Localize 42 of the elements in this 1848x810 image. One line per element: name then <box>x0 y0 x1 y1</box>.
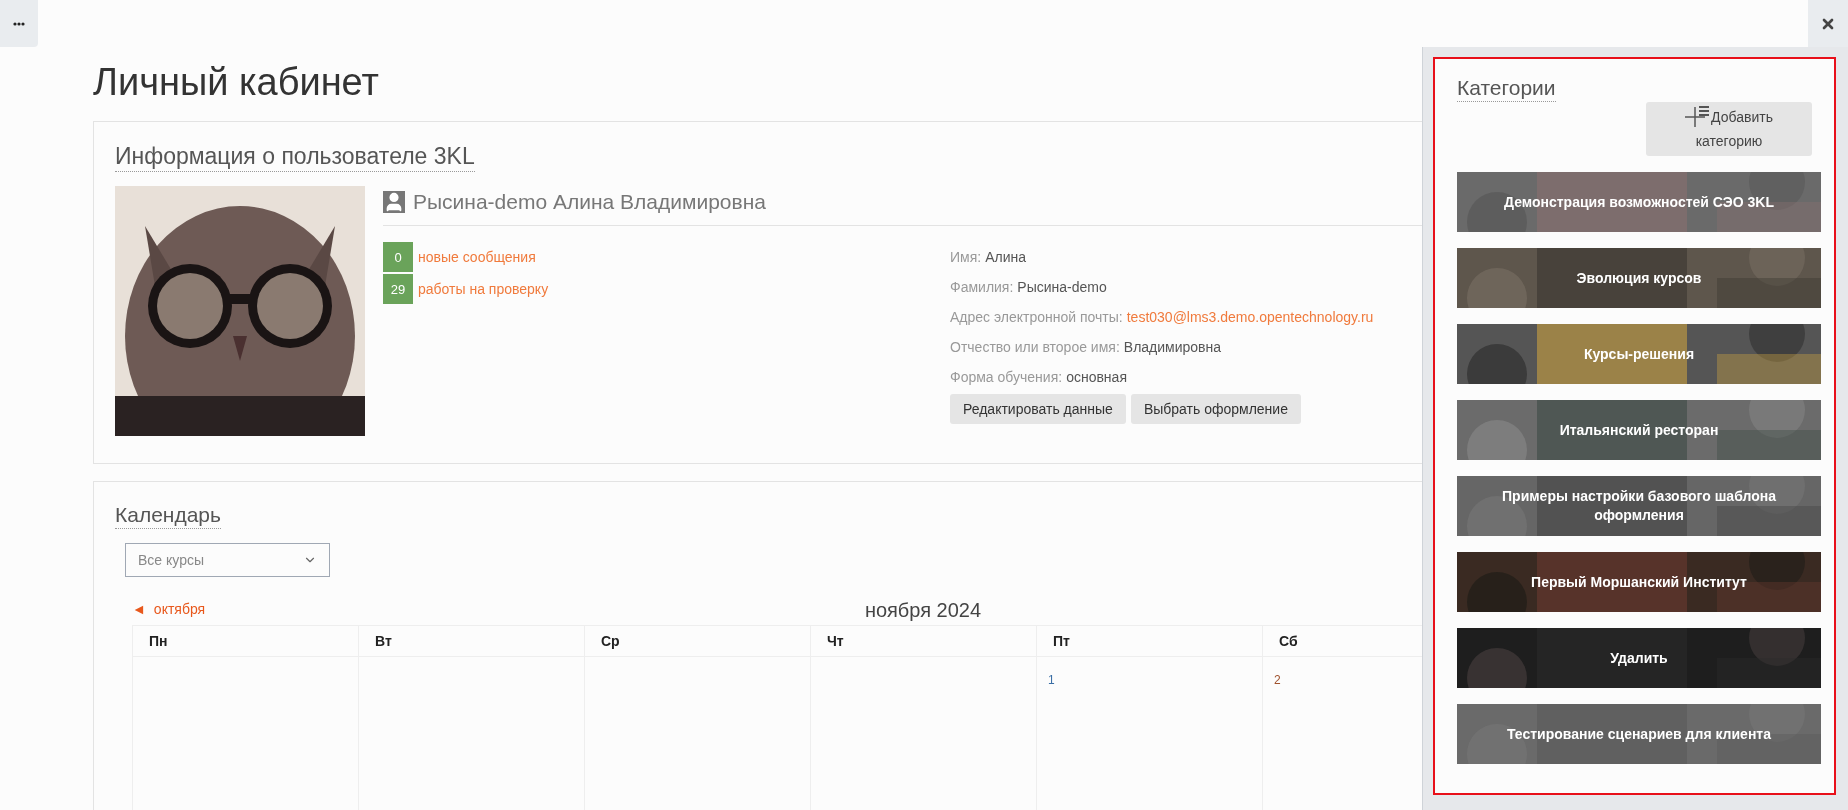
weekday-header: Ср <box>601 631 620 651</box>
field-label: Отчество или второе имя: <box>950 337 1120 357</box>
day-number[interactable]: 1 <box>1048 673 1055 688</box>
weekday-header: Сб <box>1279 631 1298 651</box>
category-tile[interactable]: Курсы-решения <box>1457 324 1821 385</box>
panel-heading: Категории <box>1457 75 1556 103</box>
month-title: ноября 2024 <box>864 599 982 622</box>
field-label: Адрес электронной почты: <box>950 307 1123 327</box>
category-tile[interactable]: Итальянский ресторан <box>1457 400 1821 461</box>
category-tile[interactable]: Удалить <box>1457 628 1821 689</box>
profile-button[interactable]: Выбрать оформление <box>1130 394 1301 425</box>
more-icon <box>13 21 25 26</box>
close-button[interactable] <box>1808 0 1848 47</box>
category-tile[interactable]: Примеры настройки базового шаблона оформления <box>1457 476 1821 537</box>
day-number[interactable]: 2 <box>1274 673 1281 688</box>
count-badge: 29 <box>383 274 413 305</box>
weekday-header: Вт <box>375 631 392 651</box>
field-label: Форма обучения: <box>950 367 1063 387</box>
field-value: Владимировна <box>1123 337 1222 357</box>
weekday-header: Пн <box>149 631 168 651</box>
field-value: Алина <box>985 247 1027 267</box>
count-badge: 0 <box>383 242 413 273</box>
field-label: Фамилия: <box>950 277 1014 297</box>
add-list-icon <box>1685 105 1710 128</box>
section-heading: Календарь <box>115 502 221 530</box>
field-value: основная <box>1066 367 1127 387</box>
weekday-header: Пт <box>1053 631 1070 651</box>
course-select[interactable]: Все курсы <box>125 543 330 578</box>
category-tile[interactable]: Первый Моршанский Институт <box>1457 552 1821 613</box>
field-label: Имя: <box>950 247 982 267</box>
field-value: Рысина-demo <box>1017 277 1107 297</box>
user-name: Рысина-demo Алина Владимировна <box>413 188 766 215</box>
page-title: Личный кабинет <box>93 63 379 101</box>
profile-button[interactable]: Редактировать данные <box>950 394 1126 425</box>
weekday-header: Чт <box>827 631 844 651</box>
category-tile[interactable]: Тестирование сценариев для клиента <box>1457 704 1821 765</box>
user-icon <box>383 190 405 213</box>
section-heading: Информация о пользователе 3KL <box>115 142 475 172</box>
add-category-button[interactable]: Добавить категорию <box>1646 102 1812 157</box>
prev-month-link[interactable]: ◄ октября <box>132 599 206 621</box>
category-tile[interactable]: Демонстрация возможностей СЭО 3KL <box>1457 172 1821 233</box>
category-tile[interactable]: Эволюция курсов <box>1457 248 1821 309</box>
